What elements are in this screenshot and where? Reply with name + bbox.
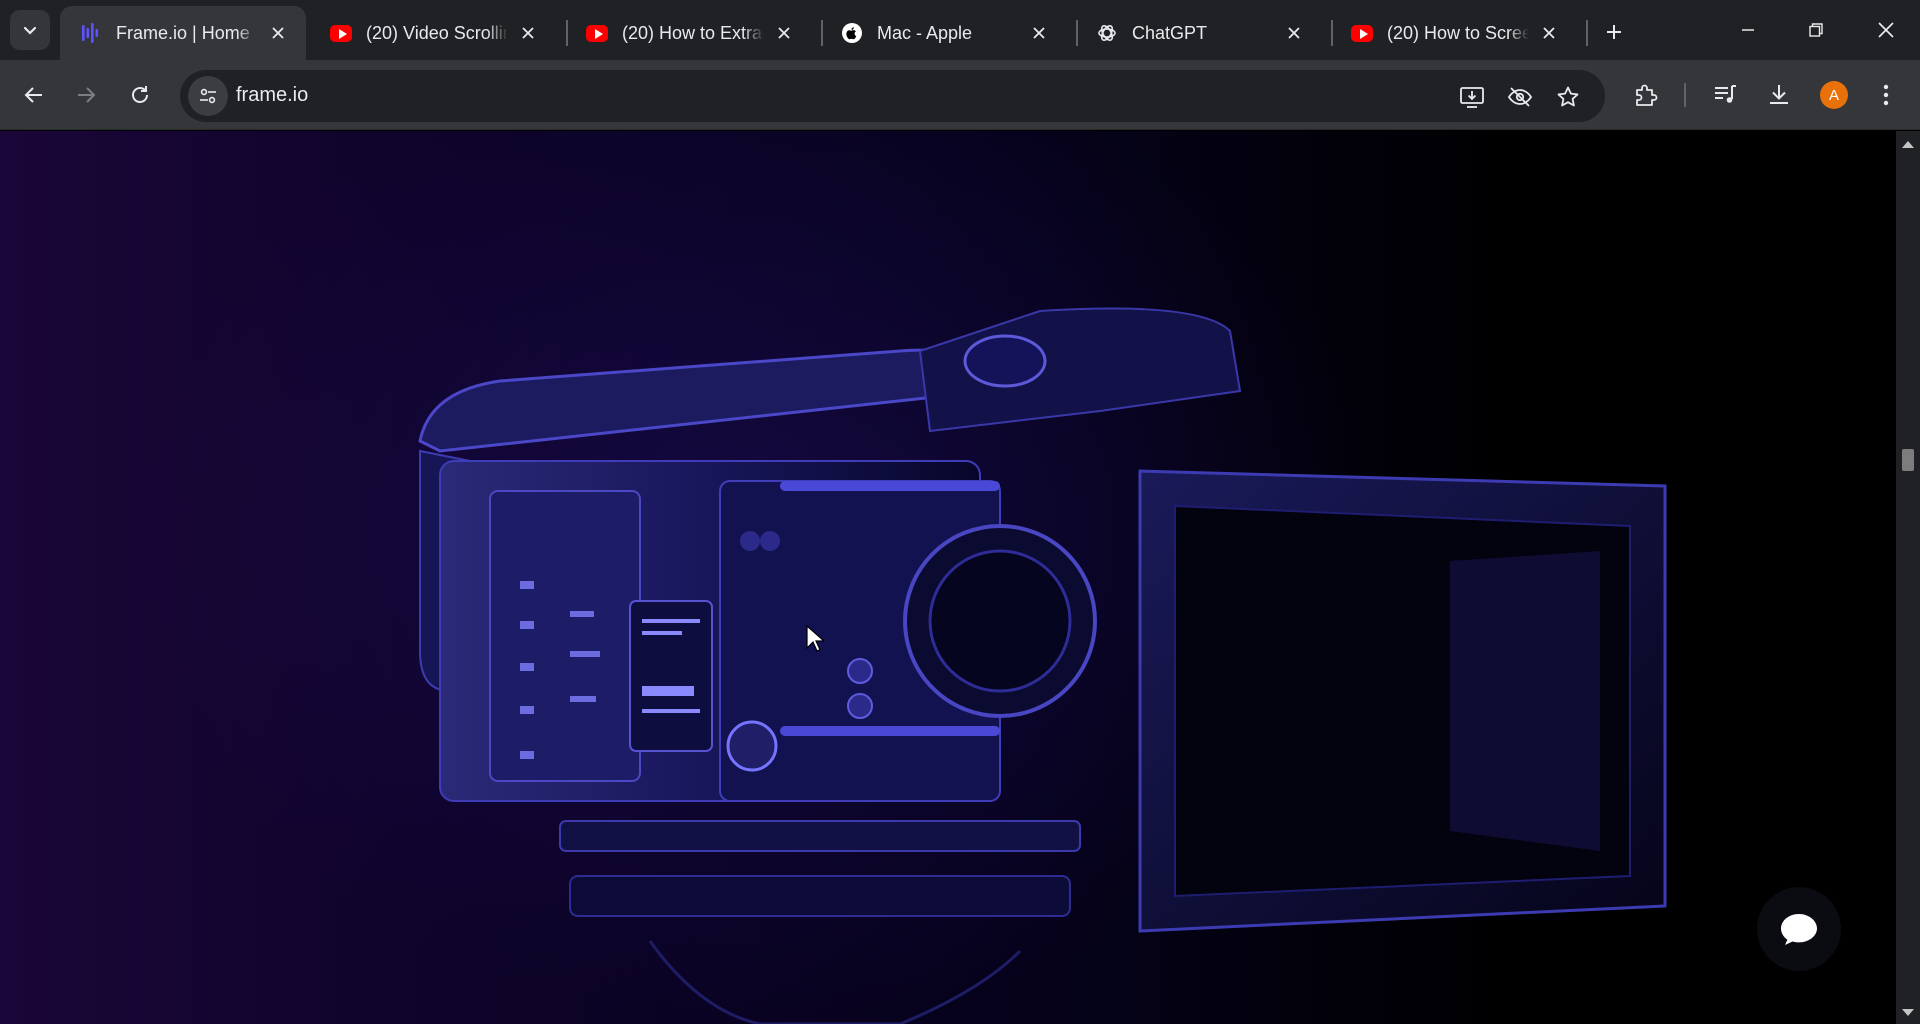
new-tab-button[interactable]	[1598, 16, 1630, 48]
tab-title: (20) Video Scrolling	[366, 22, 508, 43]
scrollbar-thumb[interactable]	[1902, 449, 1914, 471]
media-controls-button[interactable]	[1709, 79, 1741, 111]
toolbar-divider	[1684, 83, 1686, 107]
arrow-left-icon	[24, 87, 42, 103]
back-button[interactable]	[14, 75, 54, 115]
chat-bubble-icon	[1781, 914, 1817, 945]
eye-off-icon	[1507, 87, 1533, 107]
profile-avatar[interactable]: A	[1820, 81, 1848, 109]
extensions-button[interactable]	[1630, 79, 1662, 111]
tab-title: (20) How to Extract	[622, 22, 764, 43]
scroll-down-arrow-icon[interactable]	[1902, 1009, 1914, 1016]
star-icon	[1557, 86, 1579, 107]
menu-button[interactable]	[1870, 79, 1902, 111]
puzzle-icon	[1636, 84, 1658, 106]
arrow-right-icon	[78, 87, 96, 103]
download-icon	[1770, 85, 1788, 104]
tab-frameio[interactable]: Frame.io | Home	[60, 6, 306, 60]
camera-rig-hero-image	[418, 307, 1667, 1024]
tab-video-scrolling[interactable]: (20) Video Scrolling	[310, 6, 556, 60]
minimize-button[interactable]	[1728, 10, 1768, 50]
restore-button[interactable]	[1796, 10, 1836, 50]
close-icon[interactable]	[264, 19, 292, 47]
tracking-protection-button[interactable]	[1505, 82, 1535, 112]
youtube-icon	[1351, 22, 1373, 44]
tab-search-button[interactable]	[10, 10, 50, 50]
tab-title: ChatGPT	[1132, 22, 1208, 43]
forward-button[interactable]	[66, 75, 106, 115]
bookmark-button[interactable]	[1553, 82, 1583, 112]
minimize-icon	[1742, 29, 1754, 31]
chat-widget-button[interactable]	[1757, 887, 1841, 971]
page-viewport	[0, 131, 1896, 1024]
close-icon	[1878, 22, 1894, 38]
reload-button[interactable]	[120, 75, 160, 115]
close-icon[interactable]	[1025, 19, 1053, 47]
close-icon[interactable]	[1280, 19, 1308, 47]
chevron-down-icon	[23, 26, 37, 35]
youtube-icon	[330, 22, 352, 44]
tab-chatgpt[interactable]: ChatGPT	[1076, 6, 1322, 60]
address-bar[interactable]: frame.io	[180, 70, 1605, 122]
tab-title: Frame.io | Home	[116, 22, 250, 43]
tab-title: (20) How to Screen	[1387, 22, 1529, 43]
tab-separator	[1586, 20, 1588, 46]
browser-toolbar: frame.io A	[0, 60, 1920, 130]
chatgpt-icon	[1096, 22, 1118, 44]
queue-music-icon	[1715, 85, 1736, 103]
more-vertical-icon	[1883, 84, 1889, 106]
close-icon[interactable]	[1535, 19, 1563, 47]
install-app-button[interactable]	[1457, 82, 1487, 112]
frameio-icon	[80, 22, 102, 44]
plus-icon	[1607, 25, 1621, 39]
page-scrollbar[interactable]	[1896, 131, 1920, 1024]
tab-how-to-extract[interactable]: (20) How to Extract	[566, 6, 812, 60]
install-app-icon	[1460, 87, 1484, 108]
url-text: frame.io	[236, 84, 309, 106]
close-icon[interactable]	[770, 19, 798, 47]
reload-icon	[132, 86, 148, 103]
window-close-button[interactable]	[1866, 10, 1906, 50]
youtube-icon	[586, 22, 608, 44]
downloads-button[interactable]	[1763, 79, 1795, 111]
tab-mac-apple[interactable]: Mac - Apple	[821, 6, 1067, 60]
apple-icon	[841, 22, 863, 44]
mouse-cursor-icon	[806, 625, 824, 652]
restore-icon	[1809, 23, 1823, 37]
site-info-button[interactable]	[188, 76, 228, 116]
tune-icon	[200, 88, 216, 104]
tab-how-to-screen[interactable]: (20) How to Screen	[1331, 6, 1577, 60]
tab-title: Mac - Apple	[877, 22, 973, 43]
scroll-up-arrow-icon[interactable]	[1902, 141, 1914, 148]
close-icon[interactable]	[514, 19, 542, 47]
tab-strip: Frame.io | Home (20) Video Scrolling (20…	[0, 0, 1920, 60]
